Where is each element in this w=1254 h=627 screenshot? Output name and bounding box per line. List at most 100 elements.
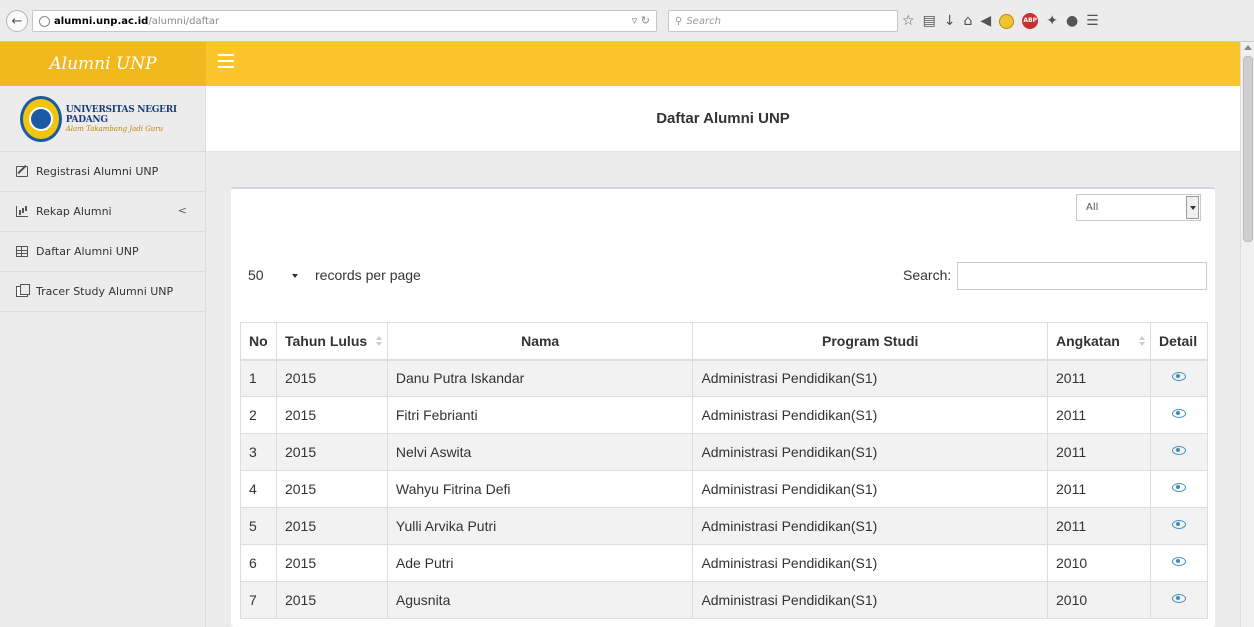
table-row: 7 2015 Agusnita Administrasi Pendidikan(S1)…: [240, 581, 1209, 619]
address-bar[interactable]: alumni.unp.ac.id/alumni/daftar ▿ ↻: [32, 10, 657, 32]
cell-no: 7: [240, 581, 277, 619]
cell-nama: Yulli Arvika Putri: [386, 507, 694, 545]
eye-icon[interactable]: [1171, 372, 1186, 382]
year-filter-select[interactable]: All: [1076, 194, 1201, 221]
cell-tahun-lulus: 2015: [275, 507, 388, 545]
table-row: 5 2015 Yulli Arvika Putri Administrasi Pend…: [240, 507, 1209, 545]
smiley-icon[interactable]: [999, 13, 1015, 29]
content-header: Daftar Alumni UNP: [206, 86, 1240, 152]
column-header-nama[interactable]: Nama: [386, 322, 694, 361]
browser-toolbar: ← alumni.unp.ac.id/alumni/daftar ▿ ↻ ⚲ S…: [0, 0, 1254, 42]
cell-no: 4: [240, 470, 277, 508]
sidebar: UNIVERSITAS NEGERI PADANG Alam Takambang…: [0, 86, 206, 627]
cell-angkatan: 2010: [1047, 544, 1151, 582]
sidebar-item-label: Registrasi Alumni UNP: [36, 165, 159, 178]
cell-no: 6: [240, 544, 277, 582]
cell-angkatan: 2011: [1047, 396, 1151, 434]
cell-nama: Fitri Febrianti: [386, 396, 694, 434]
cell-program-studi: Administrasi Pendidikan(S1): [692, 359, 1048, 397]
cell-angkatan: 2011: [1047, 359, 1151, 397]
cell-tahun-lulus: 2015: [275, 581, 388, 619]
cell-detail: [1149, 470, 1209, 508]
menu-icon[interactable]: ☰: [1086, 13, 1099, 29]
browser-search-box[interactable]: ⚲ Search: [668, 10, 898, 32]
brand-motto: Alam Takambang Jadi Guru: [65, 124, 164, 133]
chat-icon[interactable]: ●: [1066, 13, 1078, 29]
chevron-left-icon: <: [177, 204, 187, 217]
sort-icon: [375, 336, 382, 346]
cell-angkatan: 2010: [1047, 581, 1151, 619]
cell-tahun-lulus: 2015: [275, 359, 388, 397]
cell-no: 3: [240, 433, 277, 471]
cell-nama: Ade Putri: [386, 544, 694, 582]
column-header-angkatan[interactable]: Angkatan: [1047, 322, 1151, 361]
column-header-detail: Detail: [1149, 322, 1209, 361]
url-path: /alumni/daftar: [148, 15, 220, 27]
eye-icon[interactable]: [1171, 445, 1186, 455]
back-arrow-icon[interactable]: ←: [6, 10, 28, 32]
cell-program-studi: Administrasi Pendidikan(S1): [692, 470, 1048, 508]
adblock-icon[interactable]: ABP: [1022, 13, 1039, 29]
cell-no: 5: [240, 507, 277, 545]
star-icon[interactable]: ☆: [902, 13, 915, 29]
chevron-down-icon[interactable]: [1186, 196, 1199, 219]
sidebar-item-label: Daftar Alumni UNP: [36, 245, 139, 258]
university-brand: UNIVERSITAS NEGERI PADANG Alam Takambang…: [0, 86, 205, 152]
cell-program-studi: Administrasi Pendidikan(S1): [692, 433, 1048, 471]
app-logo[interactable]: Alumni UNP: [0, 42, 206, 86]
eye-icon[interactable]: [1171, 482, 1186, 492]
university-seal-icon: [20, 95, 62, 142]
sort-icon: [1138, 336, 1145, 346]
table-icon: [16, 246, 28, 257]
column-header-no[interactable]: No: [240, 322, 277, 361]
cell-nama: Agusnita: [386, 581, 694, 619]
cell-tahun-lulus: 2015: [275, 544, 388, 582]
eye-icon[interactable]: [1171, 556, 1186, 566]
records-per-page-label: records per page: [315, 267, 421, 283]
cell-detail: [1149, 359, 1209, 397]
home-icon[interactable]: ⌂: [964, 13, 973, 29]
scrollbar[interactable]: [1240, 42, 1254, 627]
cell-detail: [1149, 396, 1209, 434]
records-per-page-select[interactable]: 50: [240, 264, 306, 288]
hamburger-icon[interactable]: [218, 54, 234, 68]
cell-nama: Danu Putra Iskandar: [386, 359, 694, 397]
sidebar-item-label: Tracer Study Alumni UNP: [36, 285, 174, 298]
eye-icon[interactable]: [1171, 593, 1186, 603]
app-header: Alumni UNP: [0, 42, 1240, 86]
cell-nama: Nelvi Aswita: [386, 433, 694, 471]
copy-icon: [16, 284, 30, 297]
url-domain: alumni.unp.ac.id: [54, 15, 149, 27]
sidebar-item-daftar[interactable]: Daftar Alumni UNP: [0, 232, 205, 272]
cell-program-studi: Administrasi Pendidikan(S1): [692, 581, 1048, 619]
search-input[interactable]: [957, 262, 1207, 290]
table-row: 3 2015 Nelvi Aswita Administrasi Pendidikan…: [240, 433, 1209, 471]
alumni-table: No Tahun Lulus Nama Program Studi Angkat…: [240, 322, 1209, 619]
cell-program-studi: Administrasi Pendidikan(S1): [692, 396, 1048, 434]
edit-icon: [16, 166, 28, 177]
table-row: 1 2015 Danu Putra Iskandar Administrasi Pen…: [240, 359, 1209, 397]
column-header-program-studi[interactable]: Program Studi: [692, 322, 1048, 361]
sidebar-item-label: Rekap Alumni: [36, 205, 112, 218]
scroll-up-icon[interactable]: [1244, 45, 1252, 50]
reading-list-icon[interactable]: ▤: [923, 13, 936, 29]
download-icon[interactable]: ↓: [944, 13, 956, 29]
extension-icon[interactable]: ✦: [1046, 13, 1058, 29]
scroll-thumb[interactable]: [1243, 56, 1253, 242]
sidebar-item-rekap[interactable]: Rekap Alumni <: [0, 192, 205, 232]
eye-icon[interactable]: [1171, 408, 1186, 418]
sidebar-item-registrasi[interactable]: Registrasi Alumni UNP: [0, 152, 205, 192]
table-row: 6 2015 Ade Putri Administrasi Pendidikan(S1…: [240, 544, 1209, 582]
pocket-icon[interactable]: ◀: [980, 13, 991, 29]
eye-icon[interactable]: [1171, 519, 1186, 529]
cell-program-studi: Administrasi Pendidikan(S1): [692, 544, 1048, 582]
cell-detail: [1149, 507, 1209, 545]
column-header-tahun-lulus[interactable]: Tahun Lulus: [275, 322, 388, 361]
sidebar-item-tracer[interactable]: Tracer Study Alumni UNP: [0, 272, 205, 312]
reload-icon[interactable]: ▿ ↻: [632, 14, 650, 27]
browser-search-placeholder: Search: [686, 15, 721, 27]
cell-angkatan: 2011: [1047, 433, 1151, 471]
cell-angkatan: 2011: [1047, 470, 1151, 508]
records-per-page-value: 50: [248, 267, 264, 283]
cell-no: 2: [240, 396, 277, 434]
